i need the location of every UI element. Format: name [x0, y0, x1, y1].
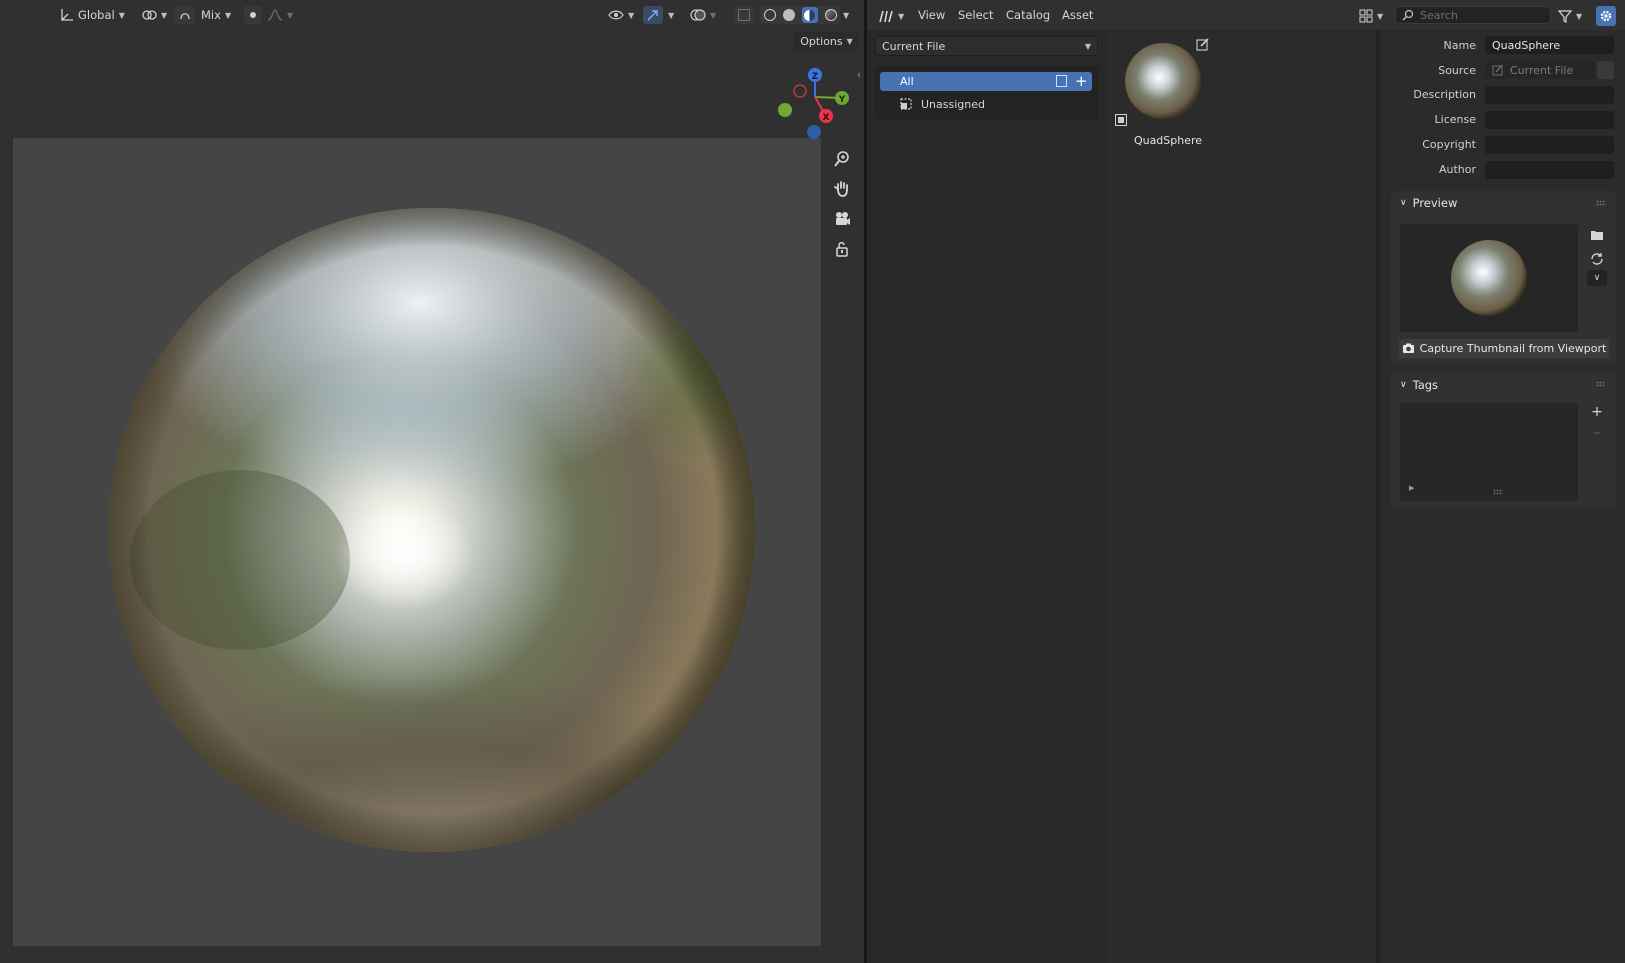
gizmo-z-label: Z — [812, 72, 819, 82]
remove-tag-icon[interactable]: – — [1587, 424, 1607, 442]
menu-view[interactable]: View — [918, 8, 945, 22]
asset-library-dropdown[interactable]: Current File ▼ — [875, 36, 1098, 56]
catalog-item-unassigned[interactable]: Unassigned — [899, 95, 985, 113]
menu-select[interactable]: Select — [958, 8, 993, 22]
preview-options-chevron-icon[interactable]: ∨ — [1587, 270, 1607, 286]
catalog-item-all-label: All — [900, 75, 914, 88]
chevron-down-icon: ∨ — [1400, 198, 1407, 208]
open-source-icon[interactable] — [1597, 61, 1614, 79]
list-resize-handle-icon[interactable] — [1493, 489, 1503, 495]
menu-catalog[interactable]: Catalog — [1006, 8, 1050, 22]
tags-panel-header[interactable]: ∨ Tags — [1400, 378, 1438, 392]
search-input[interactable]: Search — [1395, 6, 1551, 24]
menu-asset[interactable]: Asset — [1062, 8, 1093, 22]
license-field[interactable] — [1485, 111, 1614, 129]
gizmo-x-label: X — [823, 113, 830, 123]
hand-pan-icon[interactable] — [830, 177, 854, 201]
gizmo-neg-y-handle[interactable] — [778, 103, 792, 117]
search-icon — [1402, 9, 1414, 21]
editor-type-dropdown[interactable]: ▼ — [878, 7, 904, 25]
asset-grid — [1106, 30, 1376, 963]
catalog-item-unassigned-label: Unassigned — [921, 97, 985, 111]
viewport-canvas: Z Y X ‹ — [109, 68, 861, 910]
asset-tile-label[interactable]: QuadSphere — [1128, 134, 1208, 147]
name-value: QuadSphere — [1492, 38, 1561, 52]
tags-title: Tags — [1412, 378, 1439, 392]
preview-image-frame — [1400, 224, 1578, 332]
quadsphere-object[interactable] — [109, 170, 780, 910]
license-label: License — [1434, 113, 1476, 126]
quadsphere-thumbnail — [1125, 43, 1201, 119]
add-catalog-icon[interactable]: + — [1075, 72, 1088, 90]
gizmo-y-label: Y — [838, 95, 846, 105]
filter-dropdown[interactable]: ▼ — [1558, 7, 1582, 25]
lock-icon[interactable] — [830, 237, 854, 261]
chevron-down-icon: ▼ — [1576, 11, 1583, 21]
preview-sphere-image — [1451, 240, 1527, 316]
camera-icon — [1402, 343, 1414, 353]
grid-view-icon — [1359, 9, 1373, 23]
filter-icon — [1558, 10, 1572, 23]
folder-icon[interactable] — [1587, 226, 1607, 244]
asset-type-object-icon — [1115, 114, 1127, 126]
refresh-icon[interactable] — [1587, 250, 1607, 268]
source-file-icon — [1492, 64, 1503, 76]
description-label: Description — [1413, 88, 1476, 101]
copyright-field[interactable] — [1485, 136, 1614, 154]
display-mode-dropdown[interactable]: ▼ — [1359, 7, 1383, 25]
source-value: Current File — [1510, 63, 1574, 77]
asset-browser-icon — [879, 10, 893, 23]
gizmo-neg-x-handle[interactable] — [793, 84, 807, 98]
settings-gear-icon[interactable] — [1596, 6, 1616, 26]
author-label: Author — [1438, 163, 1476, 176]
description-field[interactable] — [1485, 86, 1614, 104]
source-label: Source — [1438, 64, 1476, 77]
asset-tile-quadsphere[interactable] — [1122, 40, 1204, 122]
add-tag-icon[interactable]: + — [1587, 403, 1607, 421]
unassigned-catalog-icon — [900, 98, 912, 110]
drag-handle-icon[interactable] — [1596, 200, 1606, 206]
tags-list[interactable]: ▶ — [1400, 403, 1578, 501]
chevron-down-icon: ▼ — [1377, 11, 1384, 21]
sidebar-divider[interactable] — [1376, 30, 1379, 963]
preview-panel-header[interactable]: ∨ Preview — [1400, 196, 1457, 210]
drag-handle-icon[interactable] — [1596, 381, 1606, 387]
zoom-icon[interactable] — [830, 147, 854, 171]
chevron-down-icon: ▼ — [898, 11, 905, 21]
name-label: Name — [1443, 39, 1476, 52]
chevron-down-icon: ▼ — [1084, 41, 1091, 51]
chevron-down-icon: ∨ — [1400, 380, 1407, 390]
preview-title: Preview — [1412, 196, 1458, 210]
save-catalog-icon[interactable] — [1056, 75, 1067, 87]
navigation-gizmo[interactable]: Z Y X — [778, 68, 849, 139]
collapse-toolbar-icon[interactable]: ‹ — [857, 70, 861, 81]
asset-library-label: Current File — [882, 39, 946, 53]
catalog-item-all[interactable]: All + — [880, 72, 1092, 91]
gizmo-neg-z-handle[interactable] — [807, 125, 821, 139]
source-field: Current File — [1485, 61, 1595, 79]
edit-asset-icon[interactable] — [1196, 37, 1210, 51]
capture-thumbnail-button[interactable]: Capture Thumbnail from Viewport — [1399, 339, 1609, 358]
name-field[interactable]: QuadSphere — [1485, 36, 1614, 54]
author-field[interactable] — [1485, 161, 1614, 179]
copyright-label: Copyright — [1422, 138, 1476, 151]
search-placeholder: Search — [1420, 8, 1458, 22]
list-expand-icon[interactable]: ▶ — [1409, 484, 1414, 492]
capture-thumbnail-label: Capture Thumbnail from Viewport — [1419, 342, 1607, 355]
camera-view-icon[interactable] — [830, 207, 854, 231]
